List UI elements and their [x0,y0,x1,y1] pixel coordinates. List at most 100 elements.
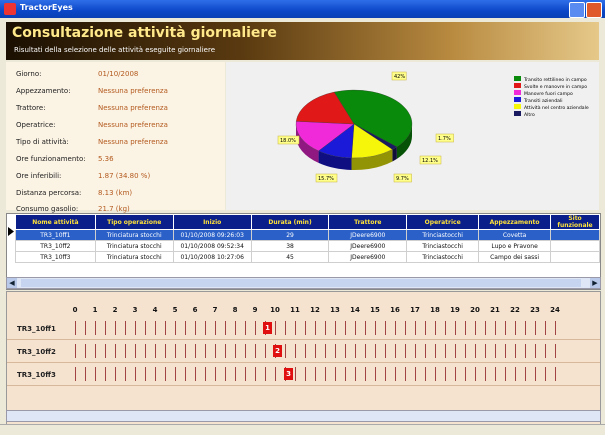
half-hour-tick [485,367,486,381]
timeline-lane: 1 [75,321,575,335]
hour-tick [295,367,296,381]
scroll-left-arrow-icon[interactable]: ◀ [7,278,17,288]
timeline-horizontal-scrollbar[interactable] [6,410,601,422]
hour-label: 0 [72,306,78,314]
column-header[interactable]: Appezzamento [478,214,552,230]
half-hour-tick [485,344,486,358]
hour-tick [415,367,416,381]
column-header[interactable]: Durata (min) [250,214,330,230]
hour-tick [275,367,276,381]
window-title: TractorEyes [20,3,73,12]
legend-label: Transito rettilineo in campo [523,77,587,83]
summary-label: Appezzamento: [16,87,71,95]
summary-label: Ore inferibili: [16,172,62,180]
scroll-right-arrow-icon[interactable]: ▶ [590,278,600,288]
hour-tick [75,344,76,358]
table-row[interactable]: TR3_10ff1 Trinciatura stocchi 01/10/2008 0… [15,229,600,241]
timeline-lane: 3 [75,367,575,381]
app-icon [4,3,16,15]
hour-tick [75,321,76,335]
column-header[interactable]: Inizio [172,214,252,230]
half-hour-tick [345,367,346,381]
pie-chart-panel: 42% 18.0% 15.7% 9.7% 12.1% 1.7% Transito retti… [226,62,599,210]
minimize-button[interactable] [569,2,585,18]
activity-block[interactable]: 1 [263,322,272,334]
summary-panel: Giorno: 01/10/2008 Appezzamento: Nessuna pr… [6,62,225,213]
scroll-thumb[interactable] [21,279,581,287]
legend-label: Svolte e manovre in campo [524,84,587,90]
half-hour-tick [85,321,86,335]
pie-chart: 42% 18.0% 15.7% 9.7% 12.1% 1.7% Transito retti… [277,71,589,183]
hour-label: 11 [290,306,300,314]
timeline-lane-label: TR3_10ff3 [17,371,56,379]
half-hour-tick [445,344,446,358]
activity-block[interactable]: 2 [273,345,282,357]
svg-text:18.0%: 18.0% [280,138,296,144]
status-bar [0,424,605,435]
column-header[interactable]: Trattore [328,214,408,230]
hour-tick [255,344,256,358]
table-row[interactable]: TR3_10ff2 Trinciatura stocchi 01/10/2008 0… [15,240,600,252]
page-subtitle: Risultati della selezione delle attività… [14,46,215,54]
half-hour-tick [465,344,466,358]
hour-tick [415,344,416,358]
half-hour-tick [545,367,546,381]
hour-tick [455,344,456,358]
half-hour-tick [365,344,366,358]
half-hour-tick [365,321,366,335]
table-cell [550,251,600,263]
hour-tick [135,367,136,381]
hour-tick [475,367,476,381]
half-hour-tick [225,321,226,335]
half-hour-tick [185,367,186,381]
hour-tick [435,321,436,335]
table-cell [550,229,600,241]
half-hour-tick [505,321,506,335]
pie-data-label: 18.0% [277,135,300,145]
half-hour-tick [145,321,146,335]
hour-label: 3 [132,306,138,314]
activity-block[interactable]: 3 [284,368,293,380]
half-hour-tick [245,344,246,358]
hour-label: 13 [330,306,340,314]
column-header[interactable]: Nome attività [15,214,96,230]
column-header[interactable]: Tipo operazione [94,214,174,230]
hour-label: 1 [92,306,98,314]
svg-text:12.1%: 12.1% [422,158,438,164]
half-hour-tick [165,367,166,381]
table-row[interactable]: TR3_10ff3 Trinciatura stocchi 01/10/2008 1… [15,251,600,263]
row-selector-icon [8,227,14,236]
summary-value: 1.87 (34.80 %) [98,172,151,180]
hour-tick [155,367,156,381]
hour-tick [355,321,356,335]
close-button[interactable] [586,2,602,18]
half-hour-tick [125,344,126,358]
half-hour-tick [345,344,346,358]
table-horizontal-scrollbar[interactable]: ◀ ▶ [6,277,601,289]
summary-value: Nessuna preferenza [98,138,168,146]
column-header[interactable]: Operatrice [406,214,480,230]
hour-tick [115,321,116,335]
half-hour-tick [305,344,306,358]
title-bar: TractorEyes [0,0,605,18]
hour-tick [135,344,136,358]
hour-label: 19 [450,306,460,314]
table-cell: TR3_10ff2 [15,240,96,252]
hour-label: 7 [212,306,218,314]
lane-separator [7,339,600,340]
hour-tick [555,321,556,335]
hour-tick [295,344,296,358]
svg-text:1.7%: 1.7% [438,136,451,142]
half-hour-tick [305,367,306,381]
table-cell: Trinciatura stocchi [94,240,174,252]
hour-tick [435,344,436,358]
column-header[interactable]: Sito funzionale [550,214,600,230]
half-hour-tick [525,367,526,381]
legend-swatch [514,104,521,109]
half-hour-tick [505,344,506,358]
pie-data-label: 42% [391,71,407,81]
hour-tick [375,321,376,335]
table-cell: Lupo e Pravone [478,240,552,252]
hour-tick [195,367,196,381]
summary-value: 5.36 [98,155,114,163]
